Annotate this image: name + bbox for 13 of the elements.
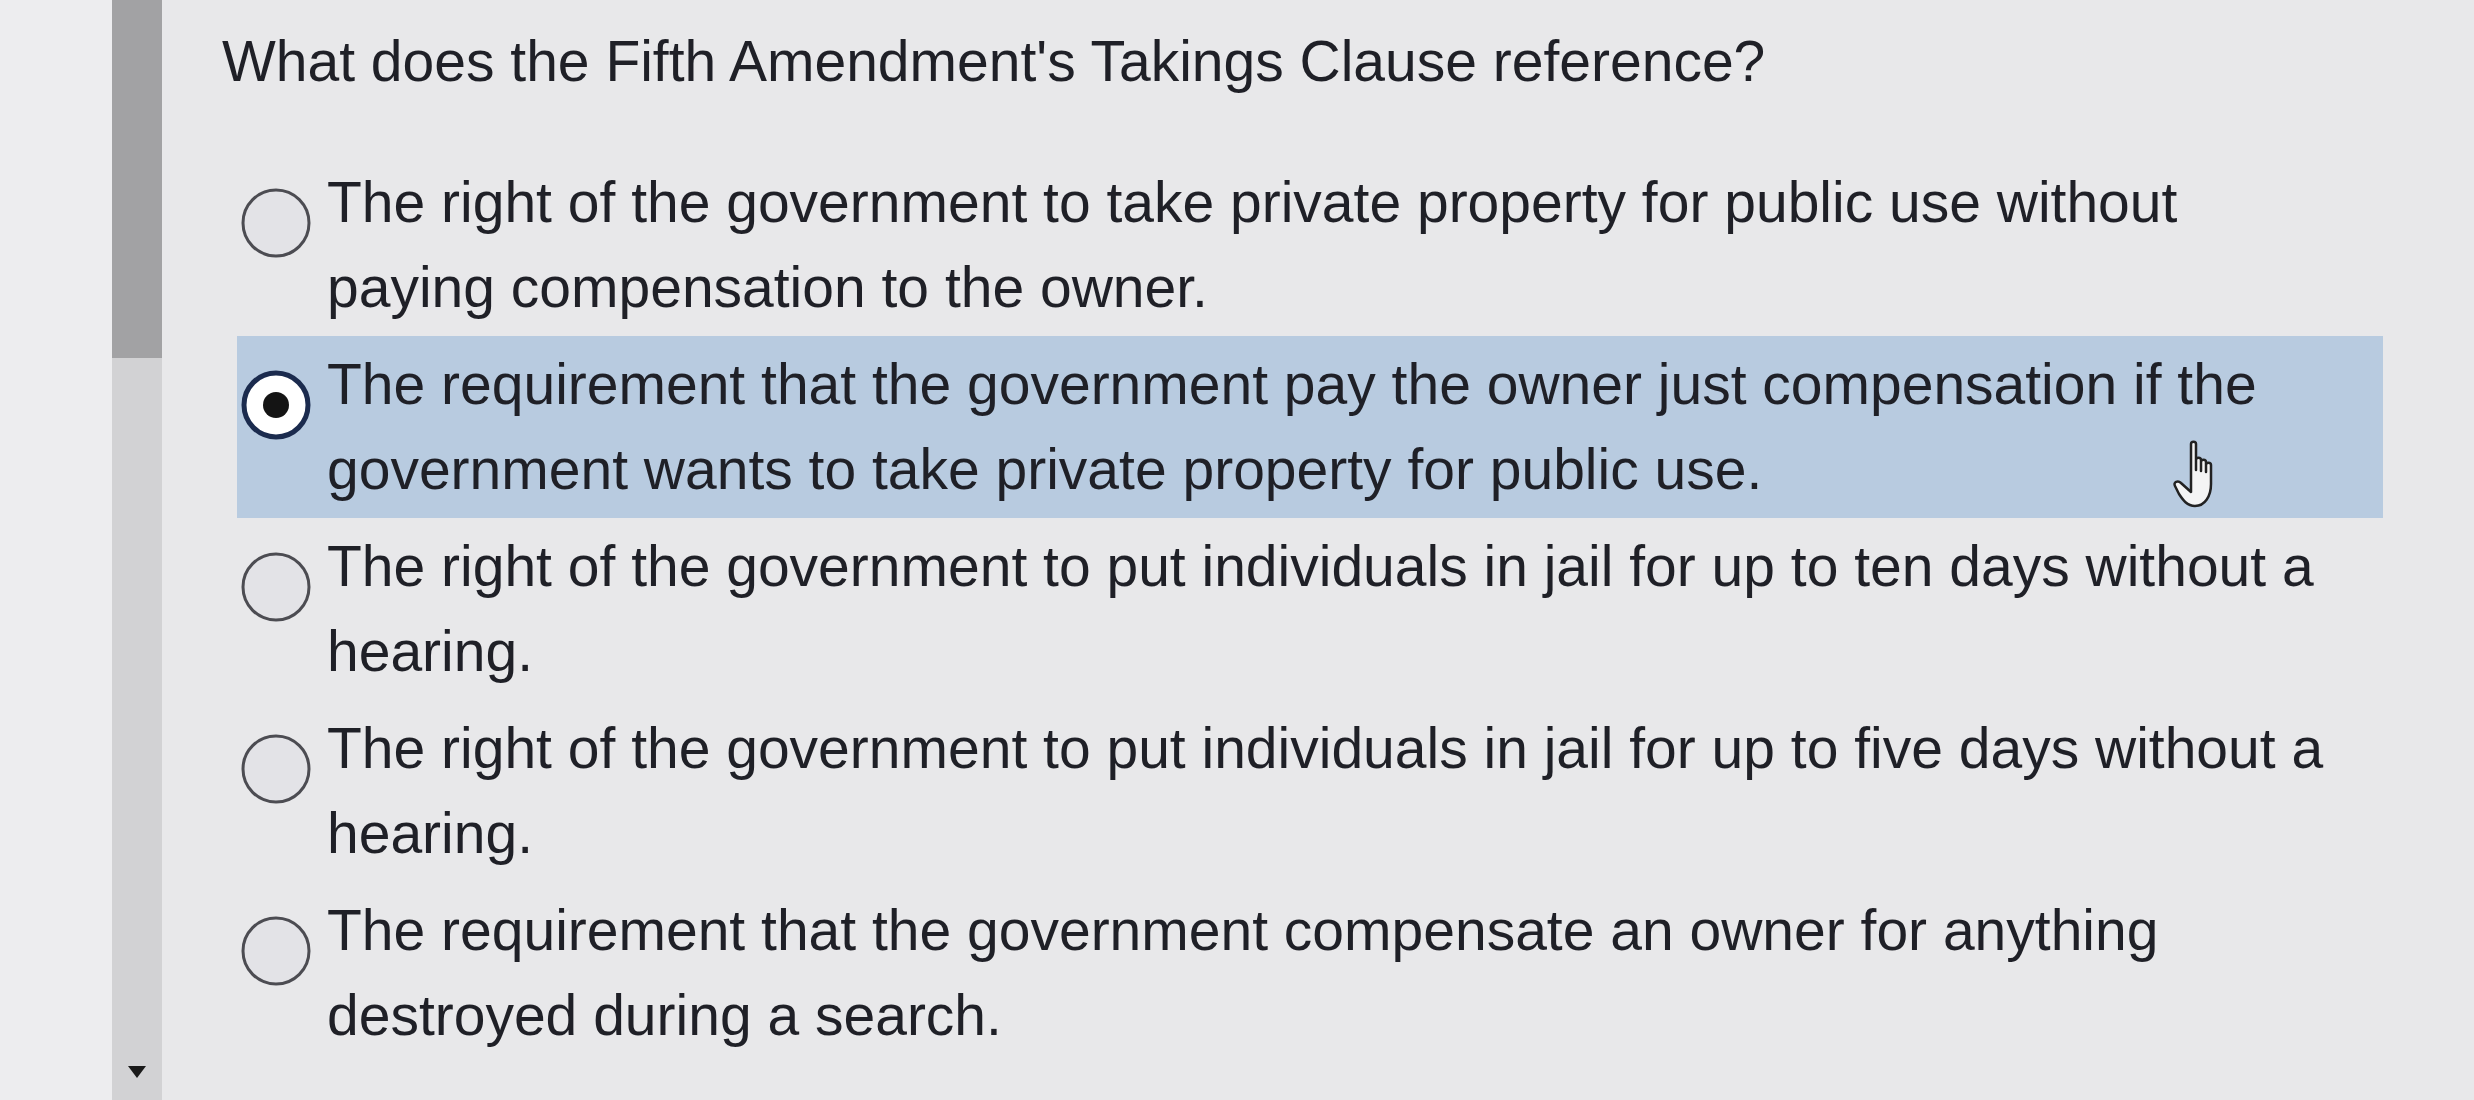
radio-button[interactable]: [241, 916, 311, 986]
radio-button[interactable]: [241, 552, 311, 622]
answer-option-text[interactable]: The right of the government to put individuals in jail for up to five days without a hearing.: [327, 706, 2357, 876]
answer-option-text[interactable]: The right of the government to take private property for public use without paying compensation to the owner.: [327, 160, 2357, 330]
answer-option-text[interactable]: The requirement that the government compensate an owner for anything destroyed during a search.: [327, 888, 2357, 1058]
answer-option-text[interactable]: The requirement that the government pay the owner just compensation if the government wants to take private property for public use.: [327, 342, 2357, 512]
scroll-down-arrow-icon[interactable]: [128, 1066, 146, 1078]
answer-option-text[interactable]: The right of the government to put individuals in jail for up to ten days without a hearing.: [327, 524, 2357, 694]
radio-button[interactable]: [241, 188, 311, 258]
radio-button[interactable]: [241, 734, 311, 804]
scrollbar-thumb[interactable]: [112, 0, 162, 358]
radio-button[interactable]: [241, 370, 311, 440]
question-text: What does the Fifth Amendment's Takings Clause reference?: [222, 28, 1767, 95]
